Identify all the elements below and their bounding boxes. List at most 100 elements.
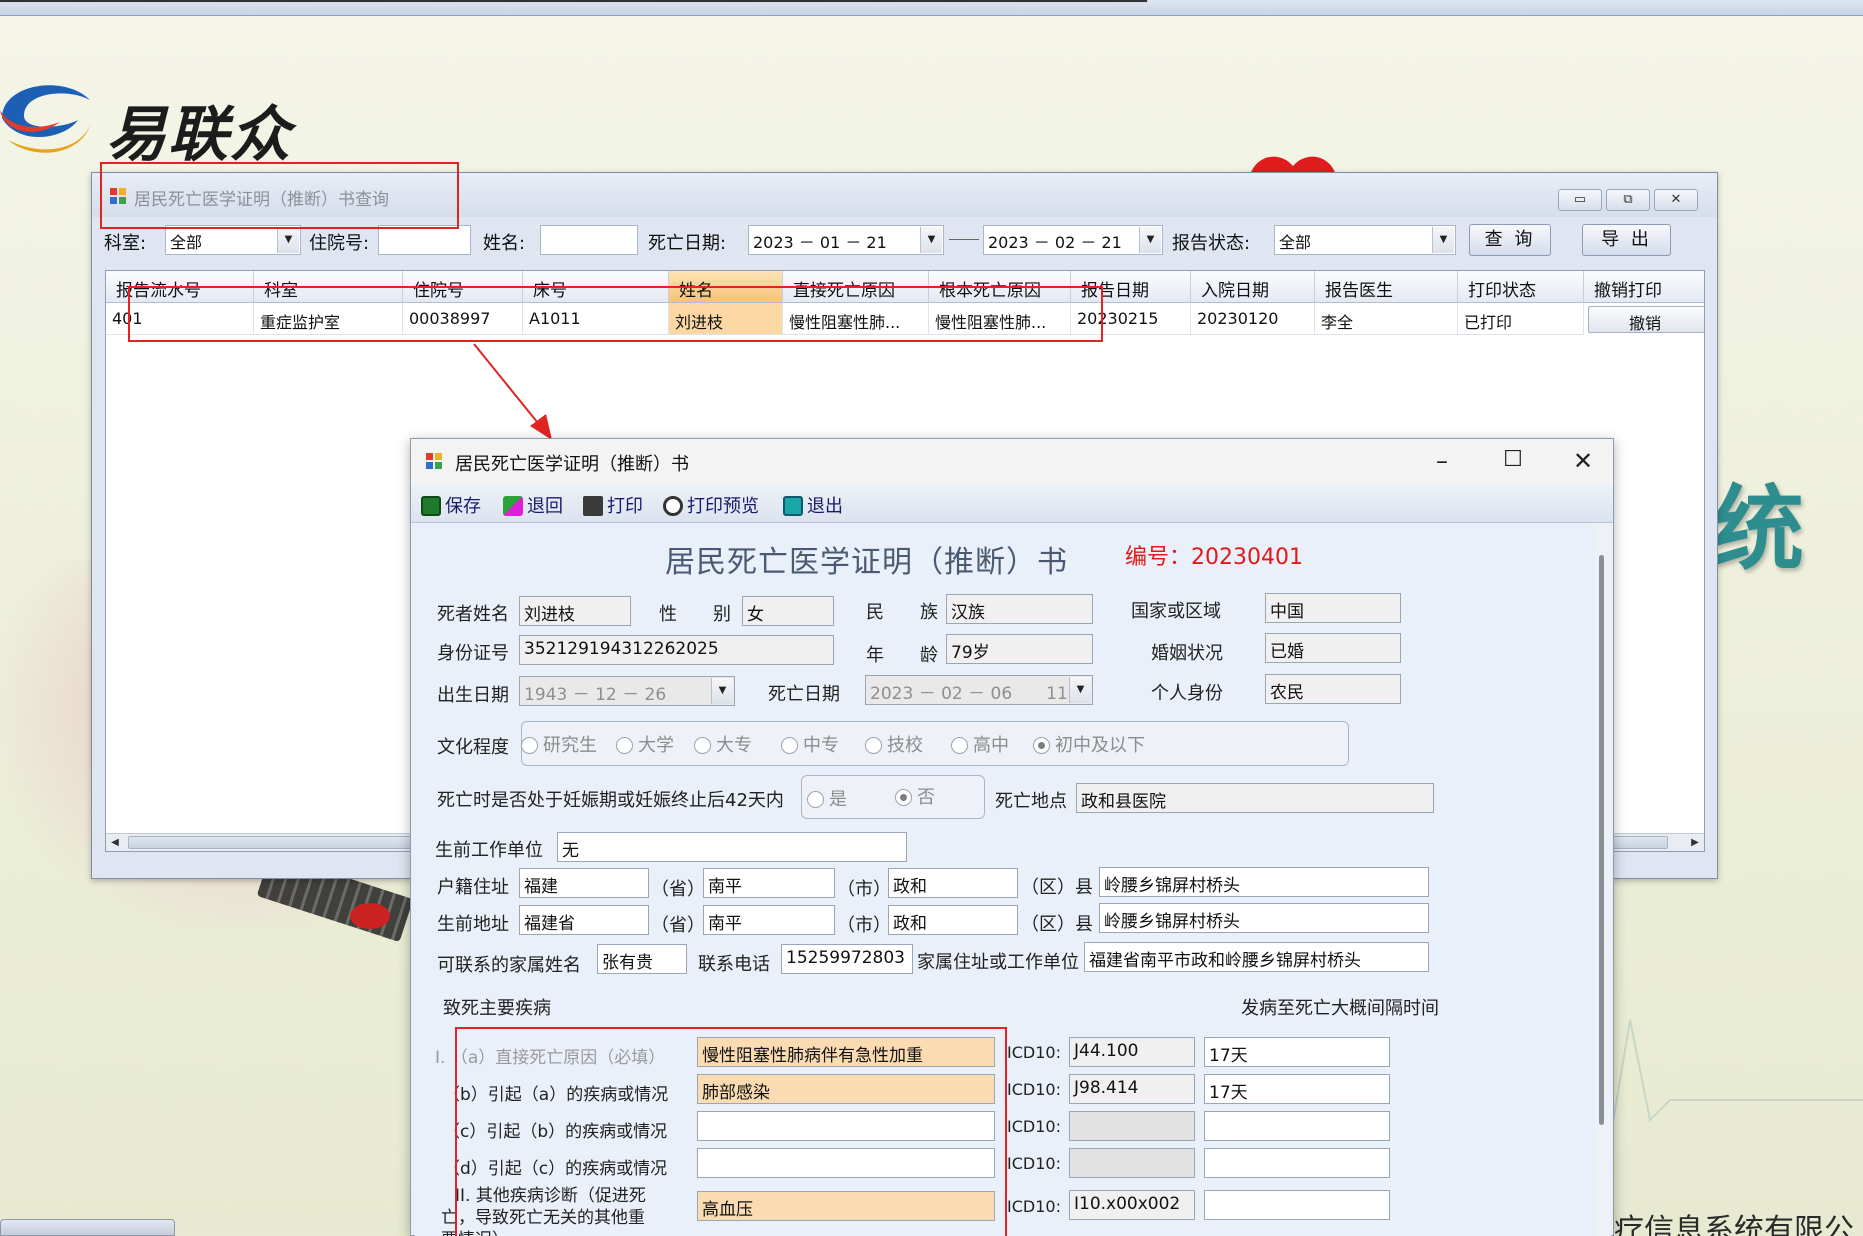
other-icd10-field[interactable]: I10.x00x002 (1069, 1190, 1195, 1220)
vertical-scrollbar[interactable] (1595, 525, 1611, 1236)
education-radio[interactable]: 大专 (694, 731, 752, 757)
household-detail-field[interactable]: 岭腰乡锦屏村桥头 (1099, 867, 1429, 897)
interval-field[interactable]: 17天 (1204, 1074, 1390, 1104)
phone-label: 联系电话 (698, 954, 770, 975)
back-button[interactable]: 退回 (503, 492, 563, 518)
chevron-down-icon[interactable]: ▼ (1069, 677, 1091, 703)
residence-county-field[interactable]: 政和 (888, 905, 1018, 935)
phone-field[interactable]: 15259972803 (781, 944, 913, 974)
certificate-window-titlebar[interactable]: 居民死亡医学证明（推断）书 – ☐ ✕ (411, 439, 1613, 483)
print-button[interactable]: 打印 (583, 492, 643, 518)
column-header[interactable]: 入院日期 (1191, 271, 1315, 303)
household-county-field[interactable]: 政和 (888, 868, 1018, 898)
sex-field[interactable]: 女 (742, 596, 834, 626)
chevron-down-icon[interactable]: ▼ (1139, 227, 1161, 253)
marital-field[interactable]: 已婚 (1265, 633, 1401, 663)
education-radio[interactable]: 技校 (865, 731, 923, 757)
radio-icon (521, 737, 538, 754)
household-province-field[interactable]: 福建 (519, 868, 649, 898)
causes-section-label: 致死主要疾病 (443, 998, 551, 1019)
residence-detail-field[interactable]: 岭腰乡锦屏村桥头 (1099, 903, 1429, 933)
radio-selected-icon (895, 789, 912, 806)
ethnic-field[interactable]: 汉族 (946, 594, 1093, 624)
pregnancy-yes-radio[interactable]: 是 (807, 785, 847, 811)
identity-field[interactable]: 农民 (1265, 674, 1401, 704)
scroll-left-icon[interactable]: ◀ (106, 834, 124, 851)
family-name-label: 可联系的家属姓名 (437, 955, 581, 976)
family-address-field[interactable]: 福建省南平市政和岭腰乡锦屏村桥头 (1084, 942, 1429, 972)
annotation-box-causes (455, 1027, 1007, 1236)
education-radio[interactable]: 高中 (951, 731, 1009, 757)
table-cell[interactable]: 20230120 (1191, 303, 1315, 335)
other-interval-field[interactable] (1204, 1190, 1390, 1220)
icd10-field[interactable] (1069, 1148, 1195, 1178)
chevron-down-icon[interactable]: ▼ (277, 227, 299, 253)
death-datetime-value: 2023 － 02 － 06 11 ： 00 (870, 684, 1093, 704)
id-number-field[interactable]: 352129194312262025 (519, 635, 834, 665)
number-value: 20230401 (1191, 545, 1303, 570)
household-city-field[interactable]: 南平 (703, 868, 835, 898)
education-radio[interactable]: 大学 (616, 731, 674, 757)
education-radio[interactable]: 初中及以下 (1033, 731, 1145, 757)
birth-date-picker[interactable]: 1943 － 12 － 26 ▼ (519, 676, 735, 706)
close-button[interactable]: ✕ (1654, 189, 1698, 211)
death-place-field[interactable]: 政和县医院 (1076, 783, 1434, 813)
exit-button[interactable]: 退出 (783, 492, 843, 518)
taskbar[interactable] (0, 1219, 175, 1236)
education-radio[interactable]: 中专 (781, 731, 839, 757)
table-cell[interactable]: 已打印 (1458, 303, 1584, 335)
undo-print-button[interactable]: 撤销 (1588, 306, 1704, 333)
minimize-icon[interactable]: – (1427, 447, 1457, 475)
pregnancy-no-radio[interactable]: 否 (895, 783, 935, 809)
death-datetime-picker[interactable]: 2023 － 02 － 06 11 ： 00 ▼ (865, 675, 1093, 705)
inpatient-input[interactable] (378, 225, 471, 255)
restore-button[interactable]: ⧉ (1606, 189, 1650, 211)
family-name-field[interactable]: 张有贵 (597, 944, 687, 974)
background-company-text: 疗信息系统有限公 (1614, 1213, 1854, 1236)
save-button[interactable]: 保存 (421, 492, 481, 518)
icd10-field[interactable]: J98.414 (1069, 1074, 1195, 1104)
scroll-right-icon[interactable]: ▶ (1686, 834, 1704, 851)
column-header[interactable]: 撤销打印 (1584, 271, 1704, 303)
residence-city-field[interactable]: 南平 (703, 905, 835, 935)
education-radio[interactable]: 研究生 (521, 731, 597, 757)
city-suffix: （市） (837, 879, 891, 900)
query-button[interactable]: 查 询 (1469, 224, 1551, 256)
county-suffix: （区）县 (1021, 877, 1093, 898)
work-unit-field[interactable]: 无 (557, 832, 907, 862)
date-to-picker[interactable]: 2023 － 02 － 21 ▼ (983, 225, 1163, 255)
restore-icon: ⧉ (1623, 192, 1633, 207)
ethnic-label: 民 族 (866, 602, 938, 623)
icd10-field[interactable]: J44.100 (1069, 1037, 1195, 1067)
maximize-icon[interactable]: ☐ (1498, 447, 1528, 472)
chevron-down-icon[interactable]: ▼ (711, 678, 733, 704)
status-select[interactable]: 全部 ▼ (1274, 225, 1456, 255)
deceased-name-label: 死者姓名 (437, 604, 509, 625)
column-header[interactable]: 报告医生 (1315, 271, 1458, 303)
county-suffix: （区）县 (1021, 914, 1093, 935)
column-header[interactable]: 打印状态 (1458, 271, 1584, 303)
name-input[interactable] (540, 225, 638, 255)
country-field[interactable]: 中国 (1265, 593, 1401, 623)
chevron-down-icon[interactable]: ▼ (1432, 227, 1454, 253)
close-icon[interactable]: ✕ (1568, 447, 1598, 475)
dept-select[interactable]: 全部 ▼ (165, 225, 301, 255)
residence-province-field[interactable]: 福建省 (519, 905, 649, 935)
date-range-separator (949, 239, 979, 240)
interval-field[interactable]: 17天 (1204, 1037, 1390, 1067)
date-from-picker[interactable]: 2023 － 01 － 21 ▼ (748, 225, 944, 255)
interval-field[interactable] (1204, 1148, 1390, 1178)
logo-text: 易联众 (106, 100, 292, 170)
scroll-thumb[interactable] (1599, 555, 1604, 1125)
deceased-name-field[interactable]: 刘进枝 (519, 596, 631, 626)
background-banner-char: 统 (1712, 476, 1805, 583)
export-button[interactable]: 导 出 (1582, 224, 1671, 256)
chevron-down-icon[interactable]: ▼ (920, 227, 942, 253)
icd10-field[interactable] (1069, 1111, 1195, 1141)
minimize-button[interactable]: ▭ (1558, 189, 1602, 211)
print-preview-button[interactable]: 打印预览 (663, 492, 759, 518)
age-field[interactable]: 79岁 (946, 634, 1093, 664)
return-icon (503, 496, 523, 516)
interval-field[interactable] (1204, 1111, 1390, 1141)
table-cell[interactable]: 李全 (1315, 303, 1458, 335)
